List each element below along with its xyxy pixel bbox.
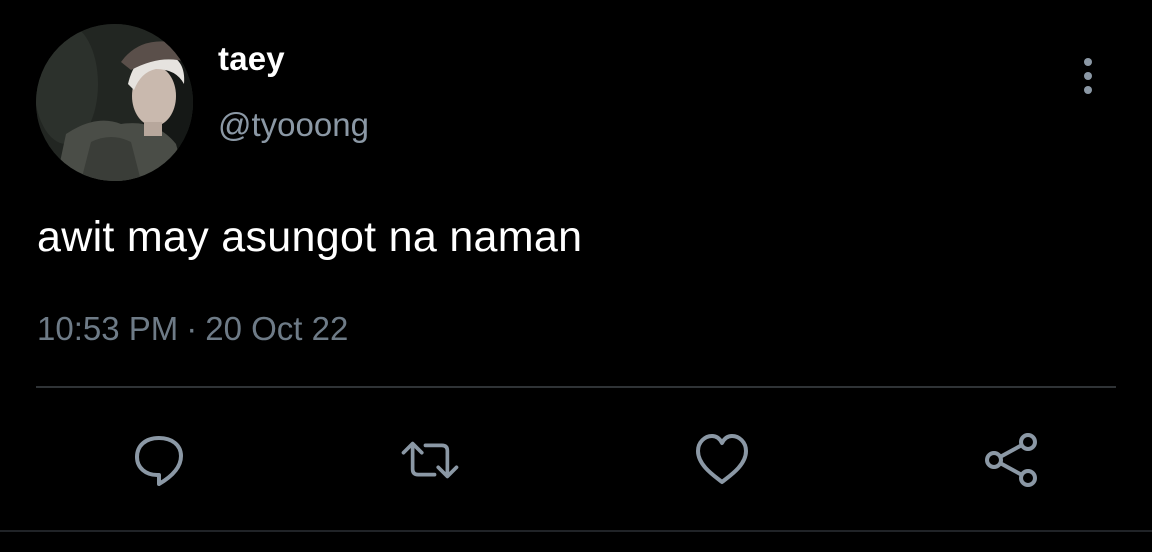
reply-icon	[135, 436, 183, 486]
more-options-button[interactable]	[1070, 56, 1106, 96]
tweet-time: 10:53 PM	[37, 310, 179, 347]
share-button[interactable]	[980, 428, 1044, 492]
meta-separator: ·	[186, 310, 198, 347]
avatar[interactable]	[36, 24, 193, 181]
retweet-icon	[401, 441, 459, 479]
display-name[interactable]: taey	[218, 40, 285, 78]
bottom-divider	[0, 530, 1152, 532]
reply-button[interactable]	[127, 428, 191, 492]
action-bar	[0, 428, 1152, 492]
more-vertical-icon	[1084, 58, 1092, 94]
retweet-button[interactable]	[398, 428, 462, 492]
tweet-text: awit may asungot na naman	[37, 213, 583, 261]
share-icon	[985, 433, 1037, 487]
tweet-timestamp[interactable]: 10:53 PM · 20 Oct 22	[37, 310, 348, 348]
tweet-detail: taey @tyooong awit may asungot na naman …	[0, 0, 1152, 552]
divider	[36, 386, 1116, 388]
like-button[interactable]	[690, 428, 754, 492]
heart-icon	[696, 434, 748, 484]
user-handle[interactable]: @tyooong	[218, 106, 369, 144]
tweet-date: 20 Oct 22	[205, 310, 349, 347]
profile-photo-icon	[36, 24, 193, 181]
